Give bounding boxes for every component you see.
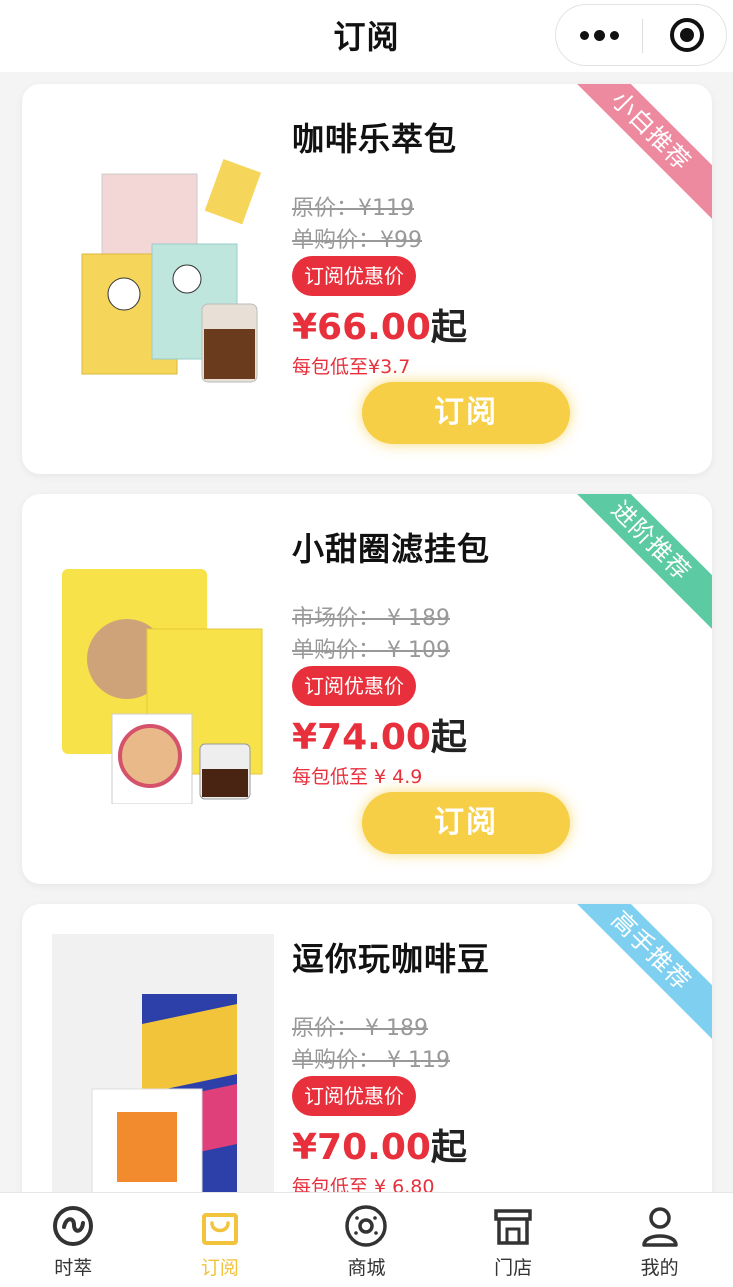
per-pack-price: 每包低至¥3.7 <box>292 356 411 378</box>
person-icon <box>641 1207 678 1247</box>
more-button[interactable] <box>556 5 642 65</box>
product-name: 逗你玩咖啡豆 <box>292 940 491 978</box>
product-image-coffee-beans <box>52 934 274 1194</box>
tab-store[interactable]: 门店 <box>440 1193 587 1287</box>
tab-label: 门店 <box>494 1257 533 1279</box>
mini-program-capsule <box>555 4 727 66</box>
subscription-price: ¥66.00起 <box>292 298 467 350</box>
discount-badge: 订阅优惠价 <box>292 1076 416 1116</box>
original-price: 原价： ¥ 189 <box>292 1016 428 1041</box>
price-value: ¥70.00 <box>292 1127 431 1168</box>
price-suffix: 起 <box>430 717 467 758</box>
discount-badge: 订阅优惠价 <box>292 256 416 296</box>
shopping-bag-icon <box>201 1213 238 1245</box>
subscribe-button[interactable]: 订阅 <box>362 382 570 444</box>
per-pack-price: 每包低至 ¥ 4.9 <box>292 766 423 788</box>
dot <box>593 29 605 41</box>
brand-logo-icon <box>53 1206 94 1246</box>
original-price: 原价：¥119 <box>292 196 414 221</box>
tab-label: 订阅 <box>200 1257 239 1279</box>
store-icon <box>494 1209 532 1245</box>
tab-shicui[interactable]: 时萃 <box>0 1193 147 1287</box>
product-name: 小甜圈滤挂包 <box>292 530 491 568</box>
recommend-ribbon: 进阶推荐 <box>556 494 712 636</box>
market-price: 市场价： ¥ 189 <box>292 606 450 631</box>
dot <box>579 30 589 40</box>
tab-label: 商城 <box>347 1257 386 1279</box>
dot <box>609 30 619 40</box>
single-price: 单购价： ¥ 109 <box>292 638 450 663</box>
tab-label: 我的 <box>640 1257 679 1279</box>
subscription-price: ¥74.00起 <box>292 708 467 760</box>
tab-mine[interactable]: 我的 <box>586 1193 733 1287</box>
price-value: ¥74.00 <box>292 717 431 758</box>
tab-bar: 时萃 订阅 商城 门店 我的 <box>0 1192 733 1287</box>
capsule-divider <box>642 19 643 53</box>
recommend-ribbon: 小白推荐 <box>556 84 712 226</box>
tab-mall[interactable]: 商城 <box>293 1193 440 1287</box>
price-suffix: 起 <box>430 1127 467 1168</box>
product-card-2[interactable]: 进阶推荐 小甜圈滤挂包 市场价： ¥ 189 单购价： ¥ 109 订阅优惠价 … <box>22 494 712 884</box>
donut-icon <box>345 1205 388 1247</box>
product-image-coffee-pack <box>81 158 262 383</box>
tab-label: 时萃 <box>54 1257 93 1279</box>
product-name: 咖啡乐萃包 <box>292 120 458 158</box>
product-image-drip-bag <box>62 569 263 804</box>
price-value: ¥66.00 <box>292 307 431 348</box>
single-price: 单购价： ¥ 119 <box>292 1048 450 1073</box>
recommend-ribbon: 高手推荐 <box>556 904 712 1046</box>
close-icon[interactable] <box>670 18 704 52</box>
product-card-1[interactable]: 小白推荐 咖啡乐萃包 原价：¥119 单购价：¥99 订阅优惠价 ¥66.00起… <box>22 84 712 474</box>
discount-badge: 订阅优惠价 <box>292 666 416 706</box>
subscribe-button[interactable]: 订阅 <box>362 792 570 854</box>
tab-subscribe[interactable]: 订阅 <box>147 1193 294 1287</box>
subscription-price: ¥70.00起 <box>292 1118 467 1170</box>
single-price: 单购价：¥99 <box>292 228 422 253</box>
price-suffix: 起 <box>430 307 467 348</box>
nav-bar: 订阅 <box>0 0 733 72</box>
